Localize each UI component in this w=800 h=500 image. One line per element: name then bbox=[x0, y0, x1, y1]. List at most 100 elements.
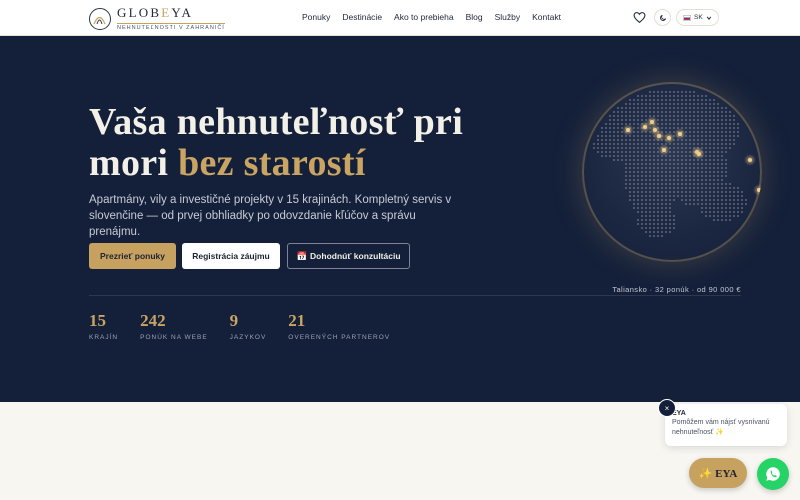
globe-dot bbox=[609, 147, 611, 149]
globe-hotspot[interactable] bbox=[643, 125, 647, 129]
globe-dot bbox=[729, 123, 731, 125]
hero-section: Vaša nehnuteľnosť pri mori bez starostí … bbox=[0, 36, 800, 402]
globe-dot bbox=[721, 179, 723, 181]
close-chat-bubble-button[interactable]: × bbox=[658, 399, 676, 417]
globe-dot bbox=[681, 175, 683, 177]
globe-dot bbox=[653, 99, 655, 101]
globe-dot bbox=[725, 203, 727, 205]
globe-dot bbox=[657, 155, 659, 157]
globe-dot bbox=[605, 139, 607, 141]
globe-hotspot[interactable] bbox=[678, 132, 682, 136]
globe-dot bbox=[649, 227, 651, 229]
globe-dot bbox=[661, 183, 663, 185]
heart-icon[interactable] bbox=[633, 11, 646, 24]
globe-dot bbox=[649, 151, 651, 153]
book-consultation-button[interactable]: 📅 Dohodnúť konzultáciu bbox=[287, 243, 410, 269]
globe-hotspot[interactable] bbox=[626, 128, 630, 132]
globe-dot bbox=[669, 203, 671, 205]
nav-item-sluzby[interactable]: Služby bbox=[495, 12, 521, 22]
chat-greeting-bubble[interactable]: EYA Pomôžem vám nájsť vysnívanú nehnuteľ… bbox=[665, 404, 787, 446]
globe-dot bbox=[649, 103, 651, 105]
globe-dot bbox=[609, 127, 611, 129]
globe-dot bbox=[641, 167, 643, 169]
globe-dot bbox=[665, 123, 667, 125]
globe-dot bbox=[673, 171, 675, 173]
globe-dot bbox=[689, 99, 691, 101]
whatsapp-button[interactable] bbox=[757, 458, 789, 490]
globe-dot bbox=[705, 151, 707, 153]
globe-dot bbox=[633, 111, 635, 113]
globe-dot bbox=[665, 119, 667, 121]
globe-dot bbox=[737, 131, 739, 133]
globe-dot bbox=[613, 139, 615, 141]
globe-dot bbox=[717, 203, 719, 205]
globe-dot bbox=[653, 175, 655, 177]
globe-dot bbox=[649, 143, 651, 145]
globe-dot bbox=[617, 135, 619, 137]
globe-dot bbox=[637, 163, 639, 165]
globe-dot bbox=[657, 171, 659, 173]
globe-dot bbox=[621, 151, 623, 153]
globe-dot bbox=[669, 179, 671, 181]
globe-dot bbox=[689, 139, 691, 141]
globe-dot bbox=[649, 183, 651, 185]
globe-dot bbox=[629, 183, 631, 185]
globe-dot bbox=[633, 103, 635, 105]
globe-hotspot[interactable] bbox=[650, 120, 654, 124]
language-selector[interactable]: SK bbox=[676, 9, 719, 26]
globe-hotspot[interactable] bbox=[662, 148, 666, 152]
globe-dot bbox=[725, 151, 727, 153]
globe-dot bbox=[645, 223, 647, 225]
globe-map[interactable] bbox=[582, 82, 762, 262]
logo[interactable]: GLOBEYA NEHNUTEĽNOSTI V ZAHRANIČÍ bbox=[89, 6, 225, 31]
globe-dot bbox=[693, 187, 695, 189]
globe-dot bbox=[625, 167, 627, 169]
globe-hotspot[interactable] bbox=[748, 158, 752, 162]
nav-item-ako-to-prebieha[interactable]: Ako to prebieha bbox=[394, 12, 454, 22]
globe-dot bbox=[649, 179, 651, 181]
globe-dot bbox=[613, 135, 615, 137]
register-interest-button[interactable]: Registrácia záujmu bbox=[182, 243, 280, 269]
nav-item-ponuky[interactable]: Ponuky bbox=[302, 12, 330, 22]
globe-dot bbox=[697, 143, 699, 145]
nav-item-destinacie[interactable]: Destinácie bbox=[342, 12, 382, 22]
globe-dot bbox=[689, 175, 691, 177]
globe-hotspot[interactable] bbox=[667, 136, 671, 140]
globe-dot bbox=[705, 131, 707, 133]
globe-dot bbox=[689, 183, 691, 185]
globe-dot bbox=[689, 167, 691, 169]
globe-dot bbox=[709, 191, 711, 193]
globe-dot bbox=[717, 211, 719, 213]
globe-dot bbox=[665, 211, 667, 213]
globe-hotspot[interactable] bbox=[757, 188, 761, 192]
globe-dot bbox=[677, 183, 679, 185]
globe-dot bbox=[669, 91, 671, 93]
globe-dot bbox=[601, 151, 603, 153]
globe-dot bbox=[685, 155, 687, 157]
globe-dot bbox=[733, 123, 735, 125]
globe-dot bbox=[725, 219, 727, 221]
globe-dot bbox=[613, 155, 615, 157]
globe-dot bbox=[641, 111, 643, 113]
eya-assistant-button[interactable]: ✨ EYA bbox=[689, 458, 747, 488]
globe-dot bbox=[725, 143, 727, 145]
globe-dot bbox=[641, 155, 643, 157]
nav-item-kontakt[interactable]: Kontakt bbox=[532, 12, 561, 22]
globe-dot bbox=[717, 131, 719, 133]
globe-hotspot[interactable] bbox=[697, 152, 701, 156]
theme-toggle-button[interactable] bbox=[654, 9, 671, 26]
globe-dot bbox=[713, 207, 715, 209]
nav-item-blog[interactable]: Blog bbox=[466, 12, 483, 22]
globe-dot bbox=[633, 183, 635, 185]
globe-dot bbox=[729, 135, 731, 137]
globe-dot bbox=[717, 187, 719, 189]
globe-dot bbox=[617, 139, 619, 141]
globe-dot bbox=[637, 183, 639, 185]
globe-dot bbox=[673, 127, 675, 129]
browse-offers-button[interactable]: Prezrieť ponuky bbox=[89, 243, 176, 269]
globe-dot bbox=[657, 103, 659, 105]
globe-dot bbox=[685, 163, 687, 165]
globe-hotspot[interactable] bbox=[657, 134, 661, 138]
globe-dot bbox=[649, 171, 651, 173]
globe-dot bbox=[673, 159, 675, 161]
